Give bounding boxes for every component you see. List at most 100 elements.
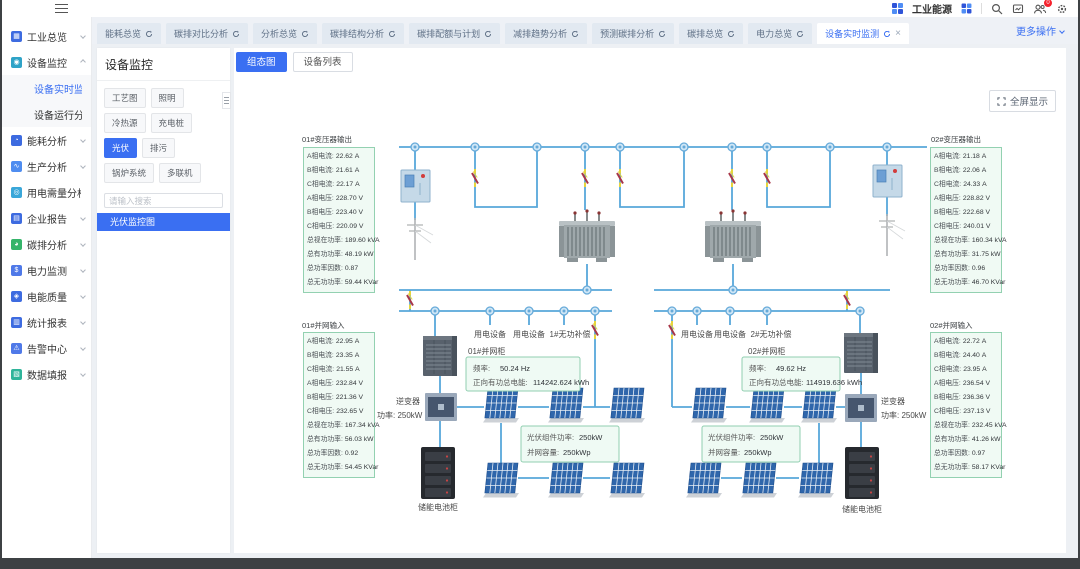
more-actions[interactable]: 更多操作 bbox=[1016, 23, 1064, 38]
users-icon[interactable]: 0 bbox=[1033, 3, 1047, 15]
pv-array-icon[interactable] bbox=[741, 463, 777, 498]
tab-label: 碳排配额与计划 bbox=[417, 27, 480, 40]
sidebar-item[interactable]: ▧ 数据填报 bbox=[2, 361, 91, 387]
app-frame: 工业能源 0 bbox=[0, 0, 1080, 569]
refresh-icon[interactable] bbox=[145, 30, 153, 38]
pv-array-icon[interactable] bbox=[609, 463, 645, 498]
sidebar-item[interactable]: ▥ 统计报表 bbox=[2, 309, 91, 335]
sidebar-item-icon: ▦ bbox=[11, 31, 22, 42]
distribution-cabinet-2-icon[interactable] bbox=[873, 165, 902, 197]
filter-chip[interactable]: 排污 bbox=[142, 138, 175, 158]
sidebar-item-label: 告警中心 bbox=[27, 341, 67, 356]
sidebar-item[interactable]: 设备运行分析 bbox=[2, 101, 91, 127]
sidebar-item[interactable]: ▦ 工业总览 bbox=[2, 23, 91, 49]
transformer1-output-title: 01#变压器输出 bbox=[302, 134, 352, 145]
sidebar-item[interactable]: $ 电力监测 bbox=[2, 257, 91, 283]
metric-row: A相电流:22.72 A bbox=[934, 335, 1001, 349]
grid2-input-title: 02#并网输入 bbox=[930, 320, 973, 331]
inverter-1-icon[interactable] bbox=[425, 393, 457, 421]
pv-array-icon[interactable] bbox=[483, 388, 519, 423]
inverter-2-icon[interactable] bbox=[845, 394, 877, 422]
refresh-icon[interactable] bbox=[388, 30, 396, 38]
tab-label: 分析总览 bbox=[261, 27, 297, 40]
tab[interactable]: 减排趋势分析 bbox=[505, 23, 587, 44]
refresh-icon[interactable] bbox=[727, 30, 735, 38]
refresh-icon[interactable] bbox=[232, 30, 240, 38]
battery-cabinet-1-icon[interactable] bbox=[421, 447, 455, 499]
filter-chip[interactable]: 多联机 bbox=[159, 163, 201, 183]
view-toggle-button[interactable]: 设备列表 bbox=[293, 52, 353, 72]
metric-row: 总视在功率:189.60 kVA bbox=[307, 234, 374, 248]
sidebar-item-icon: ∿ bbox=[11, 161, 22, 172]
tab-label: 电力总览 bbox=[756, 27, 792, 40]
grid-cabinet-1-icon[interactable] bbox=[423, 336, 457, 376]
sidebar-item[interactable]: 设备实时监测 bbox=[2, 75, 91, 101]
pv-array-icon[interactable] bbox=[548, 463, 584, 498]
search-input[interactable] bbox=[104, 193, 223, 208]
filter-chip[interactable]: 照明 bbox=[151, 88, 184, 108]
device-list-item[interactable]: 光伏监控图 bbox=[97, 213, 230, 231]
pv-array-icon[interactable] bbox=[483, 463, 519, 498]
sidebar-item[interactable]: ◔ 能耗分析 bbox=[2, 127, 91, 153]
breaker-icons[interactable] bbox=[407, 169, 850, 339]
svg-text:50.24 Hz: 50.24 Hz bbox=[500, 364, 530, 373]
filter-chip[interactable]: 冷热源 bbox=[104, 113, 146, 133]
metric-row: A相电压:228.82 V bbox=[934, 192, 1001, 206]
refresh-icon[interactable] bbox=[658, 30, 666, 38]
tab[interactable]: 碳排总览 bbox=[679, 23, 743, 44]
pv-array-icon[interactable] bbox=[798, 463, 834, 498]
transformer-2-icon[interactable] bbox=[705, 209, 761, 262]
grid-cabinet-2-icon[interactable] bbox=[844, 333, 878, 373]
metric-row: 总视在功率:160.34 kVA bbox=[934, 234, 1001, 248]
metric-row: A相电流:22.62 A bbox=[307, 150, 374, 164]
refresh-icon[interactable] bbox=[883, 30, 891, 38]
chevron-down-icon bbox=[1059, 28, 1065, 34]
tab[interactable]: 设备实时监测 × bbox=[817, 23, 909, 44]
filter-chip[interactable]: 工艺图 bbox=[104, 88, 146, 108]
tab[interactable]: 碳排对比分析 bbox=[166, 23, 248, 44]
filter-chip[interactable]: 锅炉系统 bbox=[104, 163, 154, 183]
refresh-icon[interactable] bbox=[484, 30, 492, 38]
fullscreen-icon bbox=[997, 97, 1006, 106]
sidebar-item[interactable]: ◉ 设备监控 bbox=[2, 49, 91, 75]
sidebar-item[interactable]: ◈ 电能质量 bbox=[2, 283, 91, 309]
close-icon[interactable]: × bbox=[895, 29, 901, 39]
filter-chip[interactable]: 光伏 bbox=[104, 138, 137, 158]
battery-cabinet-2-icon[interactable] bbox=[845, 447, 879, 499]
pv-array-icon[interactable] bbox=[691, 388, 727, 423]
search-icon[interactable] bbox=[991, 3, 1003, 15]
menu-toggle-icon[interactable] bbox=[55, 4, 68, 13]
distribution-cabinet-1-icon[interactable] bbox=[401, 170, 430, 202]
monitor-chart-icon[interactable] bbox=[1012, 3, 1024, 15]
pv-array-icon[interactable] bbox=[686, 463, 722, 498]
pv-info-2: 光伏组件功率: 250kW 并网容量: 250kWp bbox=[702, 426, 800, 462]
refresh-icon[interactable] bbox=[796, 30, 804, 38]
pv-array-icon[interactable] bbox=[749, 388, 785, 423]
grid-cabinet-1-info: 频率: 50.24 Hz 正向有功总电能: 114242.624 kWh bbox=[466, 357, 589, 391]
panel-collapse-handle[interactable] bbox=[222, 92, 231, 109]
transformer-1-icon[interactable] bbox=[559, 209, 615, 262]
tab[interactable]: 电力总览 bbox=[748, 23, 812, 44]
apps-grid-icon[interactable] bbox=[962, 4, 972, 14]
scada-canvas: 组态图 设备列表 全屏显示 01#变压器输出 A相电流:22.62 AB相电流:… bbox=[234, 48, 1066, 553]
sidebar-item[interactable]: ▤ 企业报告 bbox=[2, 205, 91, 231]
sidebar-item[interactable]: ◕ 碳排分析 bbox=[2, 231, 91, 257]
tab[interactable]: 碳排配额与计划 bbox=[409, 23, 500, 44]
gear-icon[interactable] bbox=[1056, 3, 1068, 15]
refresh-icon[interactable] bbox=[571, 30, 579, 38]
fullscreen-button[interactable]: 全屏显示 bbox=[989, 90, 1056, 112]
tab[interactable]: 能耗总览 bbox=[97, 23, 161, 44]
sidebar-item[interactable]: ◎ 用电需量分析 bbox=[2, 179, 91, 205]
chevron-icon bbox=[80, 371, 86, 377]
refresh-icon[interactable] bbox=[301, 30, 309, 38]
filter-chip[interactable]: 充电桩 bbox=[151, 113, 193, 133]
pv-array-icon[interactable] bbox=[801, 388, 837, 423]
tab[interactable]: 分析总览 bbox=[253, 23, 317, 44]
sidebar-item[interactable]: ⚠ 告警中心 bbox=[2, 335, 91, 361]
view-toggle-button[interactable]: 组态图 bbox=[236, 52, 287, 72]
tab[interactable]: 碳排结构分析 bbox=[322, 23, 404, 44]
tab[interactable]: 预测碳排分析 bbox=[592, 23, 674, 44]
pv-array-icon[interactable] bbox=[548, 388, 584, 423]
pv-array-icon[interactable] bbox=[609, 388, 645, 423]
sidebar-item[interactable]: ∿ 生产分析 bbox=[2, 153, 91, 179]
